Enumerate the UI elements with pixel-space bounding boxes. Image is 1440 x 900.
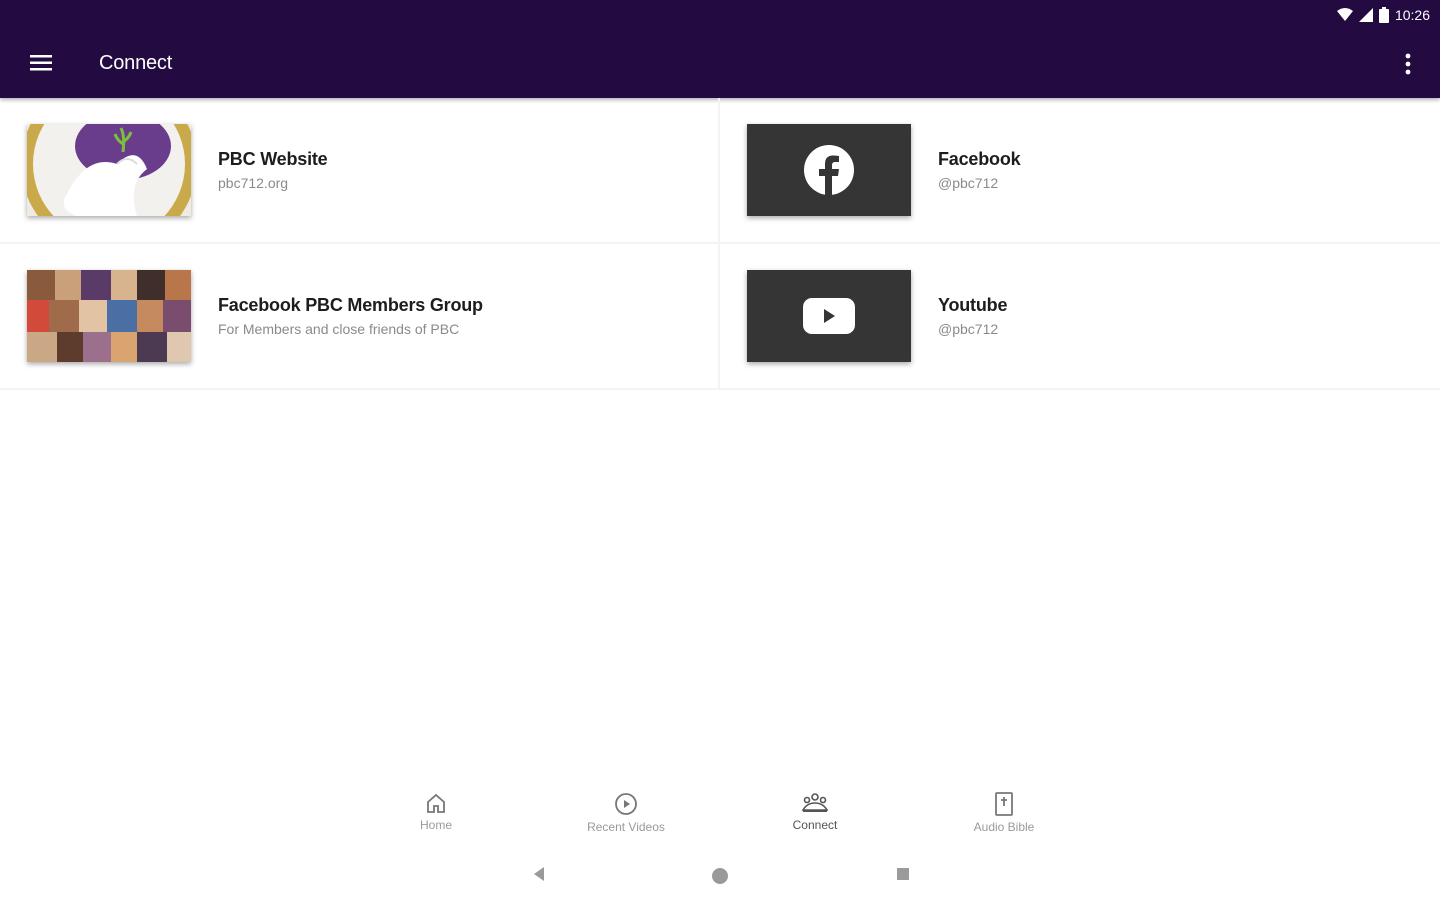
back-triangle-icon xyxy=(534,867,544,881)
nav-item-recent-videos[interactable]: Recent Videos xyxy=(566,792,686,834)
nav-label: Home xyxy=(419,818,452,832)
status-bar: 10:26 xyxy=(1336,5,1430,25)
battery-icon xyxy=(1378,7,1389,23)
app-bar: 10:26 Connect xyxy=(0,0,1440,98)
members-collage-image xyxy=(27,270,191,362)
nav-item-audio-bible[interactable]: Audio Bible xyxy=(944,792,1064,834)
card-subtitle: @pbc712 xyxy=(938,175,999,191)
hamburger-icon xyxy=(30,55,52,71)
card-title: PBC Website xyxy=(218,149,328,169)
bible-icon xyxy=(995,792,1013,816)
card-subtitle: pbc712.org xyxy=(218,175,289,191)
signal-icon xyxy=(1358,8,1373,22)
system-nav-bar xyxy=(0,850,1440,900)
card-title: Youtube xyxy=(938,295,1008,315)
recents-button[interactable] xyxy=(895,866,911,882)
home-circle-icon xyxy=(712,868,728,884)
status-time: 10:26 xyxy=(1394,7,1430,23)
card-title: Facebook xyxy=(938,149,1021,169)
facebook-icon xyxy=(804,145,854,195)
youtube-icon xyxy=(803,298,855,334)
connect-grid: PBC Website pbc712.org Facebook @pbc712 xyxy=(0,98,1440,390)
card-title: Facebook PBC Members Group xyxy=(218,295,483,315)
nav-item-connect[interactable]: Connect xyxy=(755,792,875,832)
nav-item-home[interactable]: Home xyxy=(376,792,496,832)
pbc-logo-image xyxy=(27,124,191,216)
pbc-logo-thumbnail xyxy=(27,124,191,216)
nav-label: Recent Videos xyxy=(587,820,665,834)
card-youtube[interactable]: Youtube @pbc712 xyxy=(720,244,1440,390)
card-pbc-website[interactable]: PBC Website pbc712.org xyxy=(0,98,720,244)
card-subtitle: For Members and close friends of PBC xyxy=(218,321,460,337)
members-collage-thumbnail xyxy=(27,270,191,362)
bottom-navigation: Home Recent Videos Connect Audio Bible xyxy=(0,780,1440,844)
overflow-menu-button[interactable] xyxy=(1400,50,1416,78)
people-icon xyxy=(801,793,829,812)
play-circle-icon xyxy=(615,793,637,815)
back-button[interactable] xyxy=(532,866,546,882)
card-subtitle: @pbc712 xyxy=(938,321,999,337)
page-title: Connect xyxy=(99,52,173,74)
wifi-icon xyxy=(1336,8,1353,21)
more-vert-icon xyxy=(1405,53,1411,75)
recents-square-icon xyxy=(897,868,909,880)
home-system-button[interactable] xyxy=(710,866,730,886)
card-facebook-members-group[interactable]: Facebook PBC Members Group For Members a… xyxy=(0,244,720,390)
youtube-thumbnail xyxy=(747,270,911,362)
card-facebook[interactable]: Facebook @pbc712 xyxy=(720,98,1440,244)
menu-button[interactable] xyxy=(28,50,54,76)
nav-label: Audio Bible xyxy=(973,820,1035,834)
facebook-thumbnail xyxy=(747,124,911,216)
home-icon xyxy=(427,793,445,813)
nav-label: Connect xyxy=(792,818,838,832)
